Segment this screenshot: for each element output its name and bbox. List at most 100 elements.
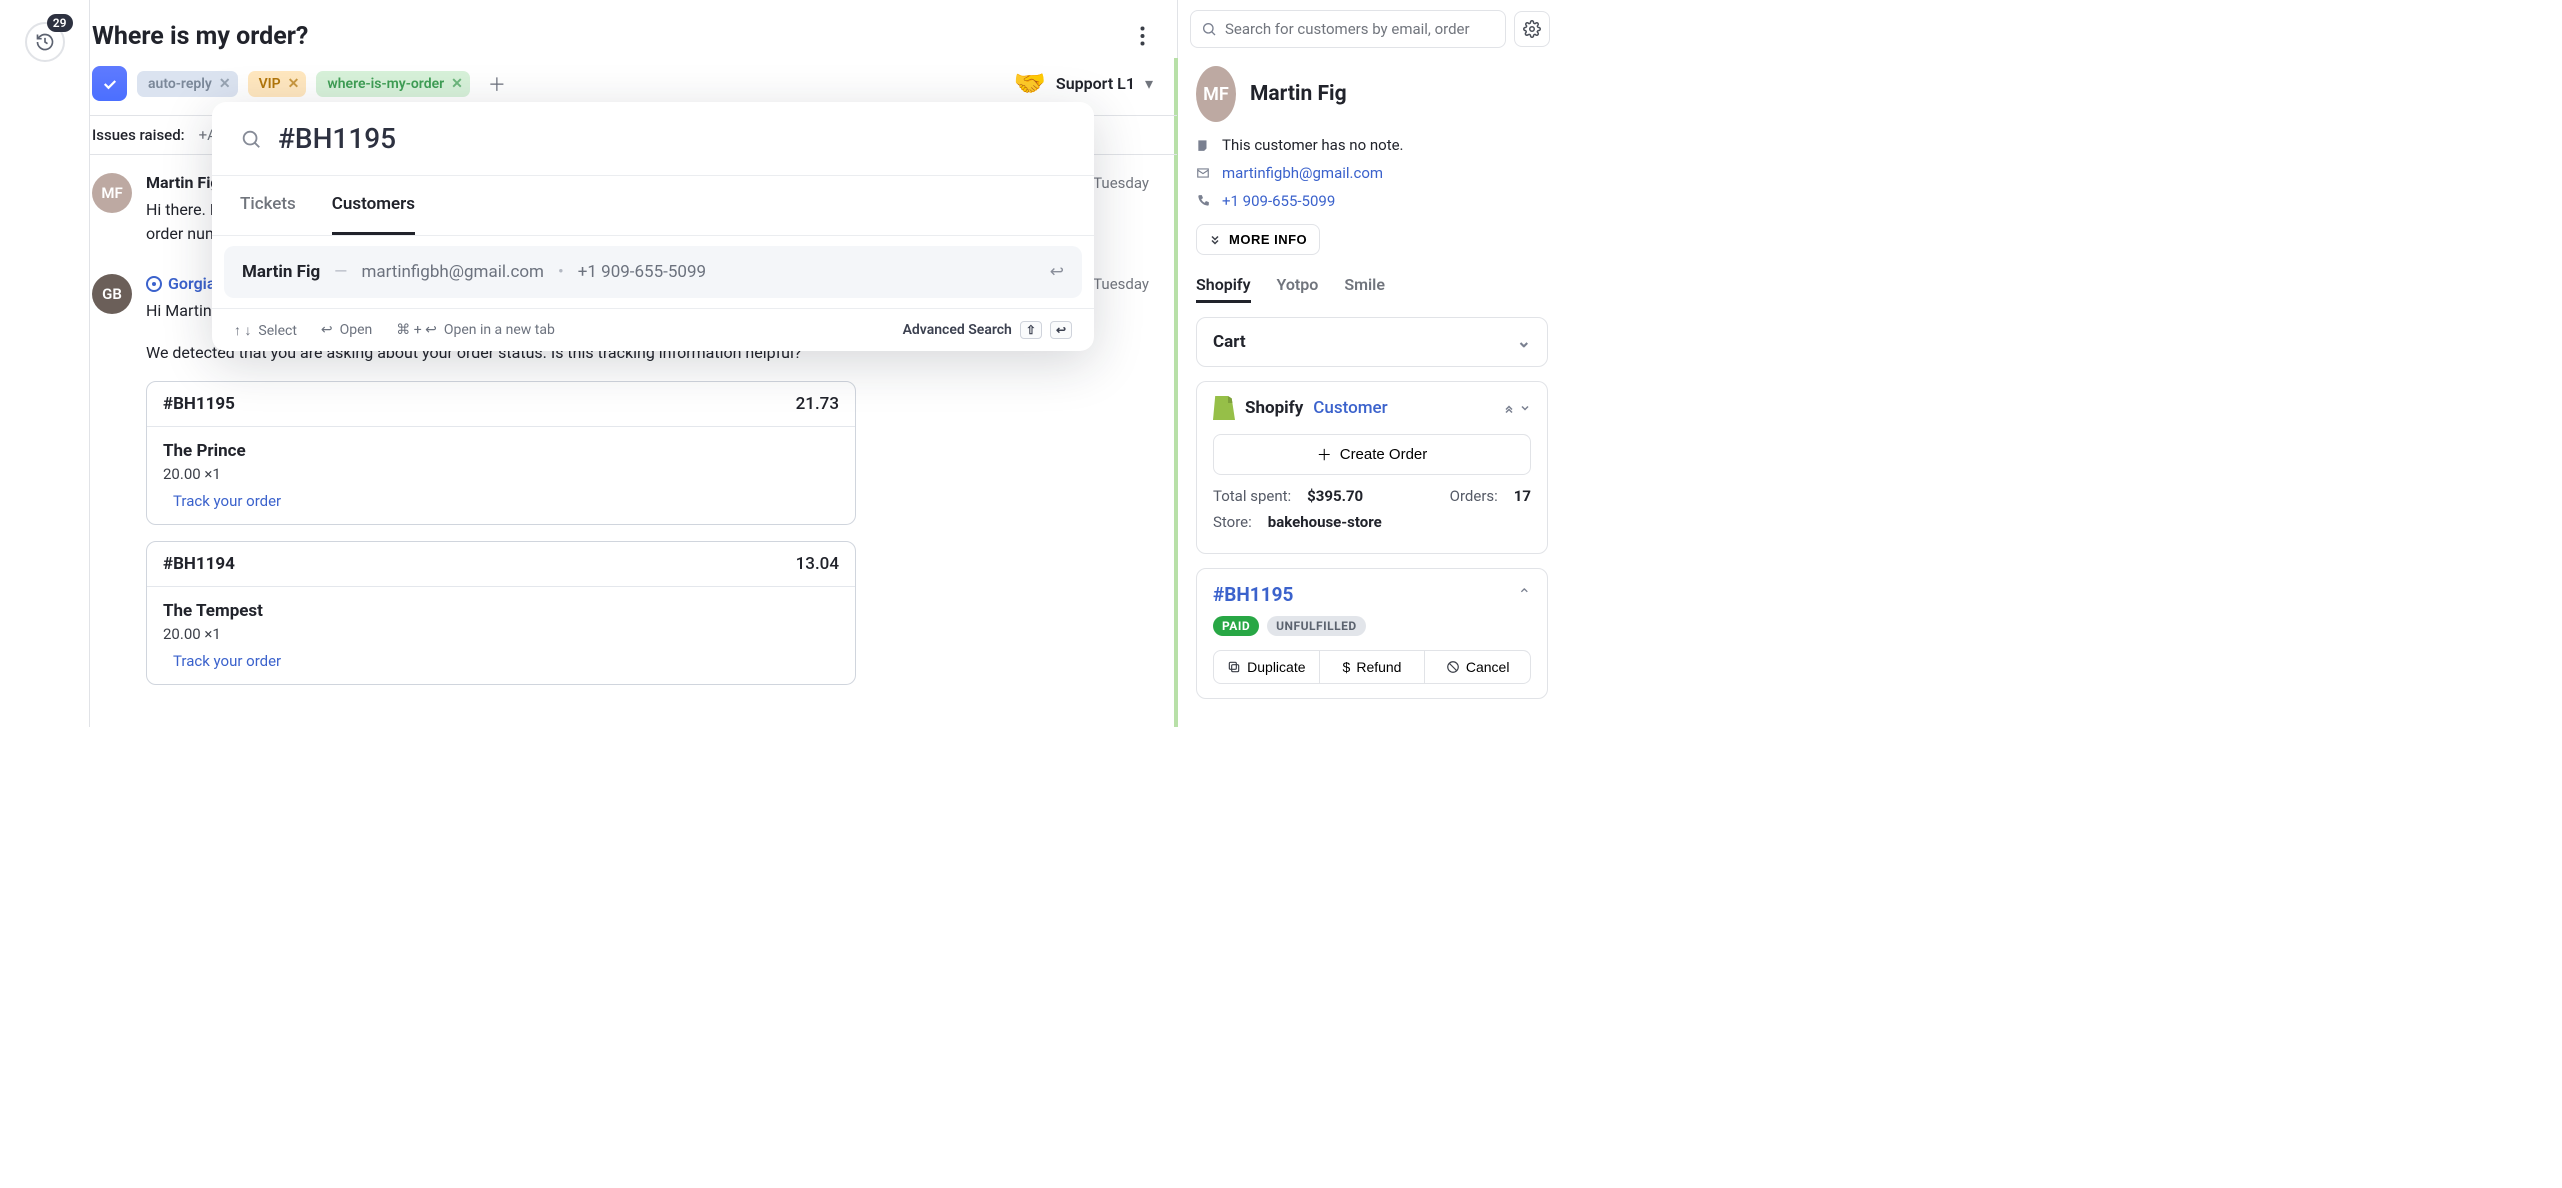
caret-down-icon: ▾: [1145, 74, 1153, 93]
duplicate-button[interactable]: Duplicate: [1213, 650, 1320, 684]
track-order-link[interactable]: Track your order: [163, 492, 281, 510]
chevrons-down-icon: [1209, 234, 1221, 246]
tag-label: where-is-my-order: [327, 76, 444, 92]
cart-panel: Cart ⌄: [1196, 317, 1548, 367]
note-icon: [1196, 138, 1212, 152]
customer-phone-row: +1 909-655-5099: [1196, 192, 1548, 210]
assignee-dropdown[interactable]: 🤝 Support L1 ▾: [1014, 69, 1153, 99]
gear-icon: [1523, 20, 1541, 38]
left-gutter: 29: [0, 0, 90, 727]
tag-label: VIP: [259, 76, 281, 92]
customer-phone-link[interactable]: +1 909-655-5099: [1222, 192, 1335, 210]
cancel-icon: [1446, 660, 1460, 674]
shopify-customer-link[interactable]: Customer: [1313, 398, 1387, 418]
shopify-panel: Shopify Customer ＋ Create Order Total sp…: [1196, 381, 1548, 554]
hint-open: ↩ Open: [321, 322, 372, 338]
orders-value: 17: [1514, 487, 1531, 505]
chevron-up-icon[interactable]: ⌃: [1518, 585, 1531, 604]
remove-tag-icon[interactable]: ✕: [288, 76, 300, 92]
result-email: martinfigbh@gmail.com: [361, 262, 544, 282]
total-spent-label: Total spent:: [1213, 487, 1291, 505]
remove-tag-icon[interactable]: ✕: [219, 76, 231, 92]
modal-tab-customers[interactable]: Customers: [332, 176, 415, 235]
remove-tag-icon[interactable]: ✕: [451, 76, 463, 92]
customer-search-input[interactable]: Search for customers by email, order: [1190, 10, 1506, 48]
order-panel: #BH1195 ⌃ PAID UNFULFILLED Duplicate $: [1196, 568, 1548, 699]
order-item-line: 20.00 ×1: [163, 465, 839, 483]
enter-icon: ↩: [1050, 262, 1064, 282]
more-vertical-icon: [1140, 26, 1145, 46]
button-label: Duplicate: [1247, 659, 1305, 675]
order-card: #BH1194 13.04 The Tempest 20.00 ×1 Track…: [146, 541, 856, 685]
create-order-button[interactable]: ＋ Create Order: [1213, 434, 1531, 475]
issues-label: Issues raised:: [92, 126, 185, 144]
search-query-input[interactable]: #BH1195: [278, 122, 396, 155]
search-icon: [240, 128, 262, 150]
store-row: Store: bakehouse-store: [1213, 513, 1531, 531]
status-unfulfilled-badge: UNFULFILLED: [1267, 616, 1366, 636]
modal-tabs: Tickets Customers: [212, 175, 1094, 236]
order-amount: 21.73: [796, 394, 839, 414]
modal-results: Martin Fig — martinfigbh@gmail.com • +1 …: [212, 236, 1094, 308]
tag-vip[interactable]: VIP ✕: [248, 71, 307, 97]
integration-tabs: Shopify Yotpo Smile: [1196, 275, 1548, 303]
result-dash: —: [334, 262, 347, 282]
search-result-item[interactable]: Martin Fig — martinfigbh@gmail.com • +1 …: [224, 246, 1082, 298]
ticket-header: Where is my order? auto-reply ✕ VIP ✕ wher…: [90, 0, 1177, 116]
cart-panel-header[interactable]: Cart ⌄: [1197, 318, 1547, 366]
tag-where-is-my-order[interactable]: where-is-my-order ✕: [316, 71, 470, 97]
customer-email-link[interactable]: martinfigbh@gmail.com: [1222, 164, 1383, 182]
shopify-logo-icon: [1213, 396, 1235, 420]
cancel-button[interactable]: Cancel: [1425, 650, 1531, 684]
sidebar-body: MF Martin Fig This customer has no note.…: [1174, 58, 1562, 727]
sender-name: Martin Fig: [146, 173, 220, 192]
track-order-link[interactable]: Track your order: [163, 652, 281, 670]
order-amount: 13.04: [796, 554, 839, 574]
advanced-search-link[interactable]: Advanced Search ⇧ ↩: [903, 321, 1072, 339]
modal-tab-tickets[interactable]: Tickets: [240, 176, 296, 235]
modal-search-row: #BH1195: [212, 102, 1094, 175]
message-time: Tuesday: [1093, 174, 1149, 192]
order-number-link[interactable]: #BH1195: [1213, 583, 1293, 606]
total-spent-value: $395.70: [1307, 487, 1363, 505]
order-number: #BH1194: [163, 554, 235, 574]
ticket-menu-button[interactable]: [1132, 18, 1153, 54]
more-info-button[interactable]: MORE INFO: [1196, 224, 1320, 255]
tag-label: auto-reply: [148, 76, 212, 92]
tag-auto-reply[interactable]: auto-reply ✕: [137, 71, 238, 97]
result-phone: +1 909-655-5099: [578, 262, 706, 282]
customer-email-row: martinfigbh@gmail.com: [1196, 164, 1548, 182]
chevron-down-icon: ⌄: [1517, 332, 1531, 352]
add-tag-button[interactable]: ＋: [488, 71, 506, 97]
hint-select: ↑ ↓ Select: [234, 322, 297, 339]
customer-sidebar: Search for customers by email, order MF …: [1177, 0, 1562, 727]
status-paid-badge: PAID: [1213, 616, 1259, 636]
tag-row: auto-reply ✕ VIP ✕ where-is-my-order ✕ ＋ 🤝 …: [92, 66, 1153, 101]
advanced-search-label: Advanced Search: [903, 322, 1012, 338]
tab-smile[interactable]: Smile: [1344, 275, 1385, 303]
refund-button[interactable]: $ Refund: [1320, 650, 1426, 684]
tab-shopify[interactable]: Shopify: [1196, 275, 1251, 303]
enter-key-icon: ↩: [1050, 321, 1072, 339]
button-label: Create Order: [1340, 446, 1428, 463]
assignee-label: Support L1: [1056, 74, 1135, 93]
search-placeholder: Search for customers by email, order: [1225, 20, 1470, 38]
customer-name: Martin Fig: [1250, 82, 1347, 106]
store-label: Store:: [1213, 513, 1252, 531]
shopify-panel-header[interactable]: Shopify Customer: [1197, 382, 1547, 434]
shift-key-icon: ⇧: [1020, 321, 1042, 339]
bot-icon: [146, 276, 162, 292]
store-value: bakehouse-store: [1268, 513, 1382, 531]
email-icon: [1196, 166, 1212, 180]
sidebar-settings-button[interactable]: [1514, 11, 1550, 47]
history-button[interactable]: 29: [25, 22, 65, 62]
ticket-title: Where is my order?: [92, 22, 308, 51]
customer-note-row: This customer has no note.: [1196, 136, 1548, 154]
tab-yotpo[interactable]: Yotpo: [1277, 275, 1319, 303]
order-item-line: 20.00 ×1: [163, 625, 839, 643]
more-info-label: MORE INFO: [1229, 232, 1307, 247]
customer-note: This customer has no note.: [1222, 136, 1404, 154]
resolve-button[interactable]: [92, 66, 127, 101]
button-label: Refund: [1356, 659, 1401, 675]
plus-icon: ＋: [1317, 444, 1332, 465]
